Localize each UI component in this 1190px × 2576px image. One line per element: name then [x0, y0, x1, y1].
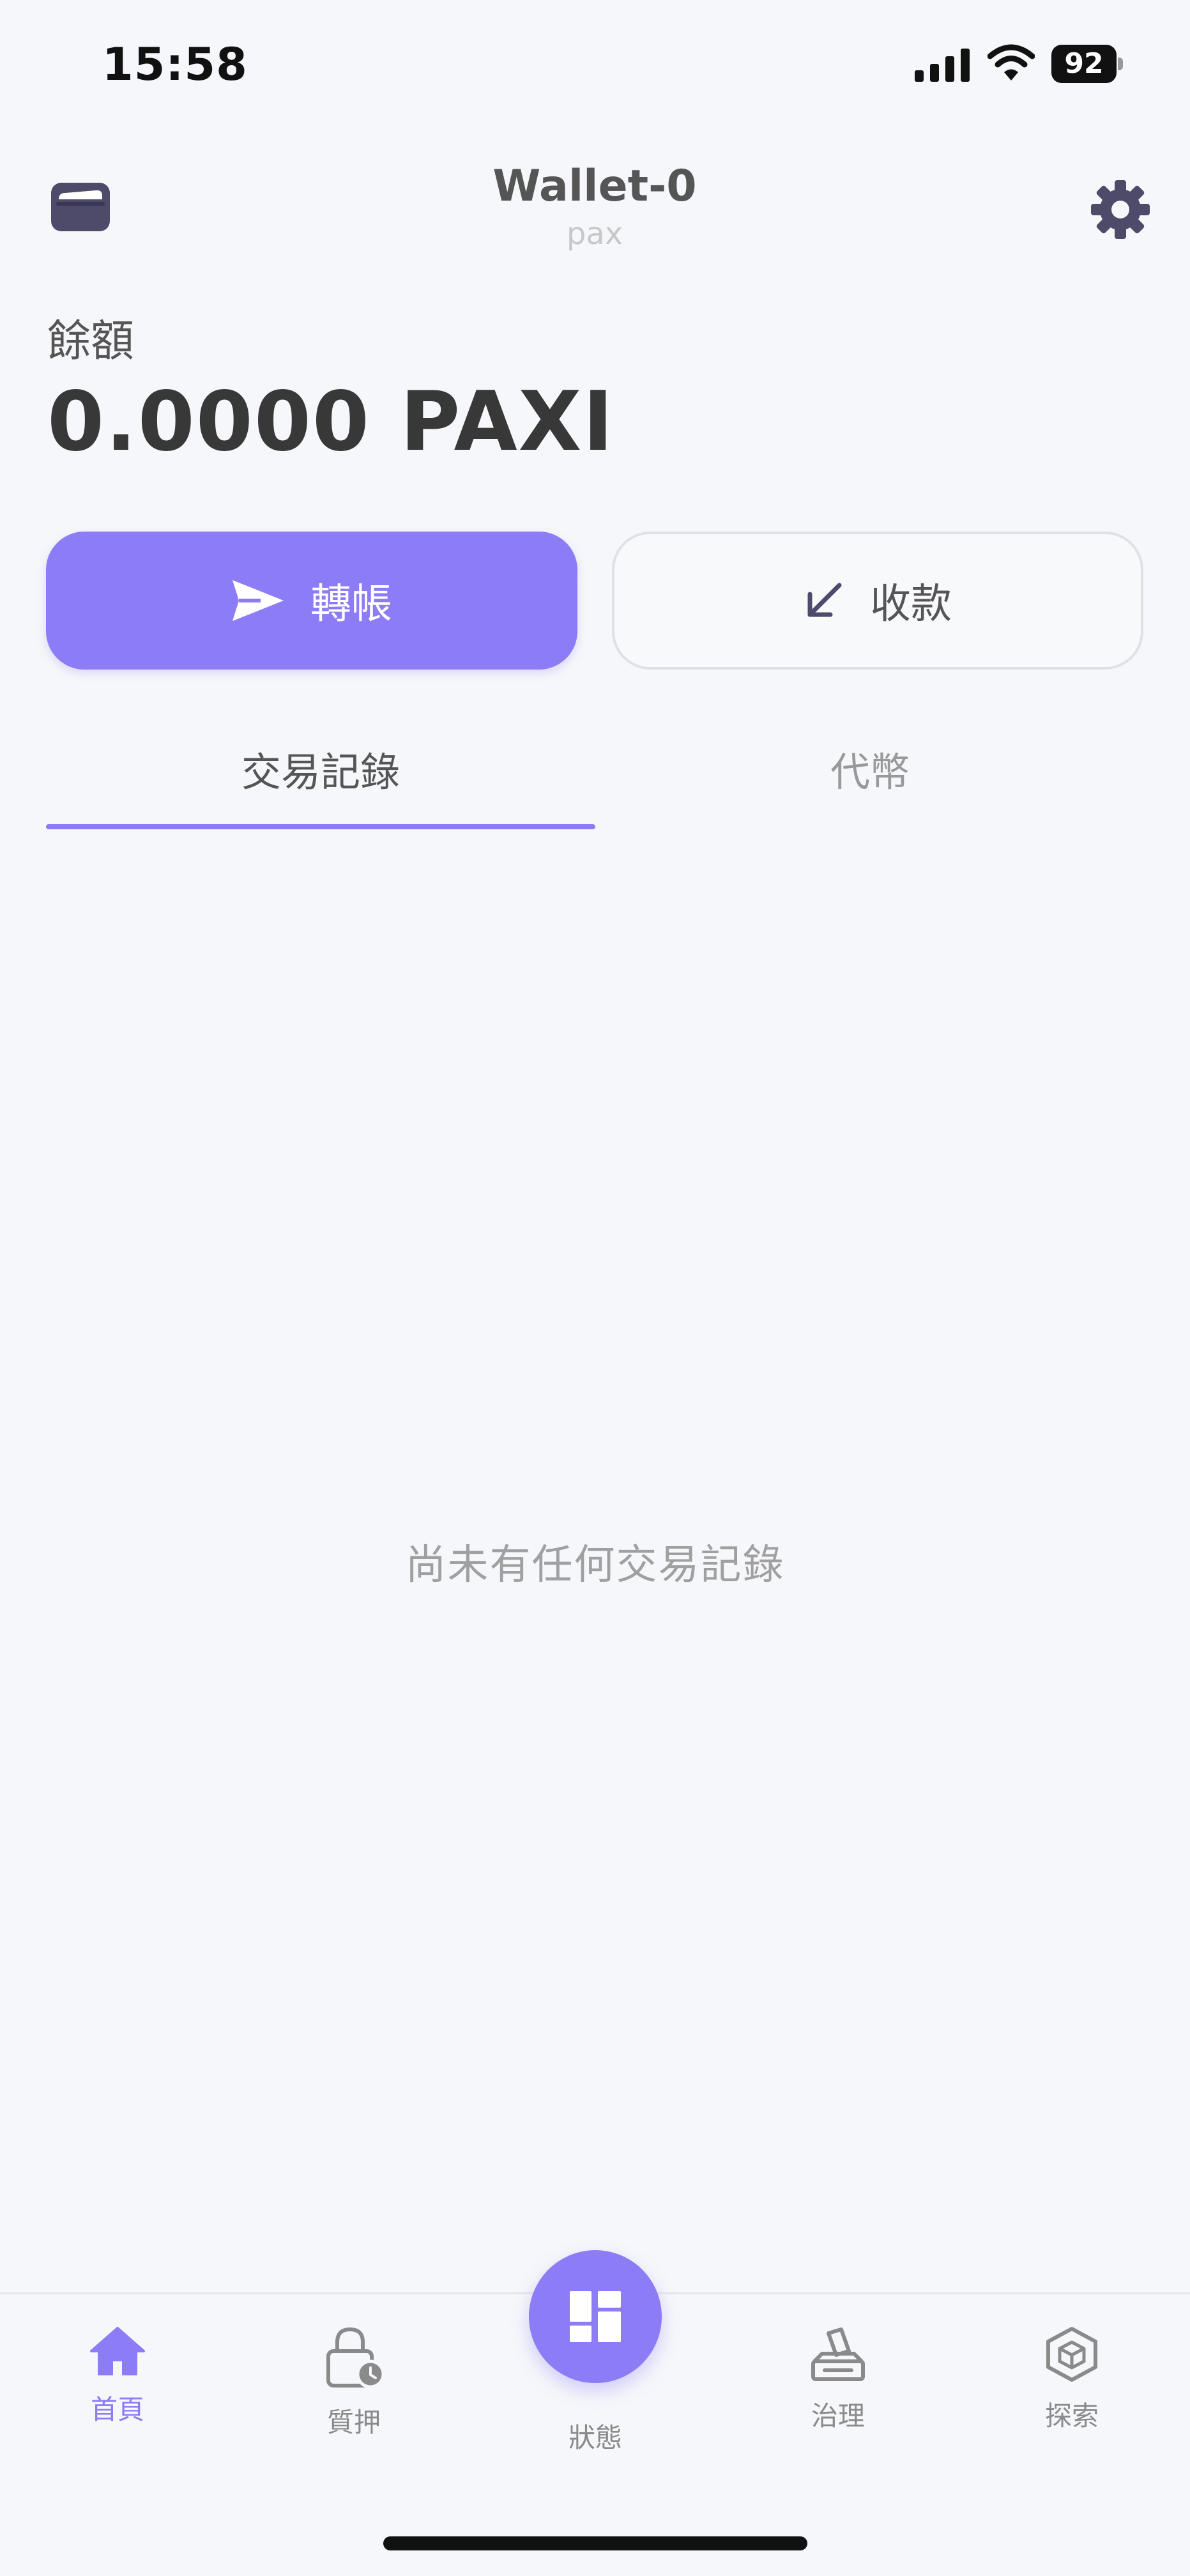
- nav-status[interactable]: 狀態: [531, 2326, 659, 2453]
- active-tab-indicator: [46, 824, 595, 829]
- tab-tokens[interactable]: 代幣: [595, 728, 1145, 831]
- battery-level: 92: [1064, 47, 1104, 80]
- nav-explore[interactable]: 探索: [1008, 2326, 1136, 2432]
- home-icon: [90, 2327, 145, 2375]
- wallet-icon[interactable]: [50, 180, 111, 234]
- receive-button[interactable]: 收款: [612, 532, 1143, 670]
- receive-label: 收款: [870, 581, 952, 628]
- arrow-down-left-icon: [807, 583, 842, 617]
- nav-home[interactable]: 首頁: [54, 2326, 181, 2428]
- paper-plane-icon: [233, 580, 284, 621]
- battery-indicator: 92: [1051, 45, 1123, 83]
- lock-clock-icon: [326, 2327, 385, 2389]
- tab-transactions[interactable]: 交易記錄: [46, 728, 595, 831]
- balance-label: 餘額: [47, 316, 135, 367]
- wallet-name[interactable]: Wallet-0: [467, 161, 722, 211]
- status-time: 15:58: [102, 38, 248, 91]
- nav-status-label: 狀態: [568, 2422, 622, 2453]
- home-indicator[interactable]: [383, 2536, 807, 2550]
- signal-icon: [915, 49, 970, 82]
- wallet-address[interactable]: pax: [467, 216, 722, 252]
- nav-governance-label: 治理: [811, 2400, 865, 2432]
- nav-staking-label: 質押: [326, 2407, 381, 2438]
- nav-explore-label: 探索: [1044, 2400, 1099, 2432]
- nav-home-label: 首頁: [90, 2394, 144, 2425]
- empty-state-message: 尚未有任何交易記錄: [405, 1542, 785, 1589]
- balance-value: 0.0000 PAXI: [47, 374, 614, 470]
- nav-governance[interactable]: 治理: [774, 2326, 902, 2432]
- send-button[interactable]: 轉帳: [46, 532, 577, 670]
- gear-icon[interactable]: [1090, 179, 1151, 240]
- nav-staking[interactable]: 質押: [290, 2326, 418, 2438]
- wifi-icon: [988, 44, 1035, 80]
- send-label: 轉帳: [310, 581, 392, 628]
- ballot-box-icon: [811, 2327, 865, 2381]
- cube-icon: [1046, 2327, 1097, 2382]
